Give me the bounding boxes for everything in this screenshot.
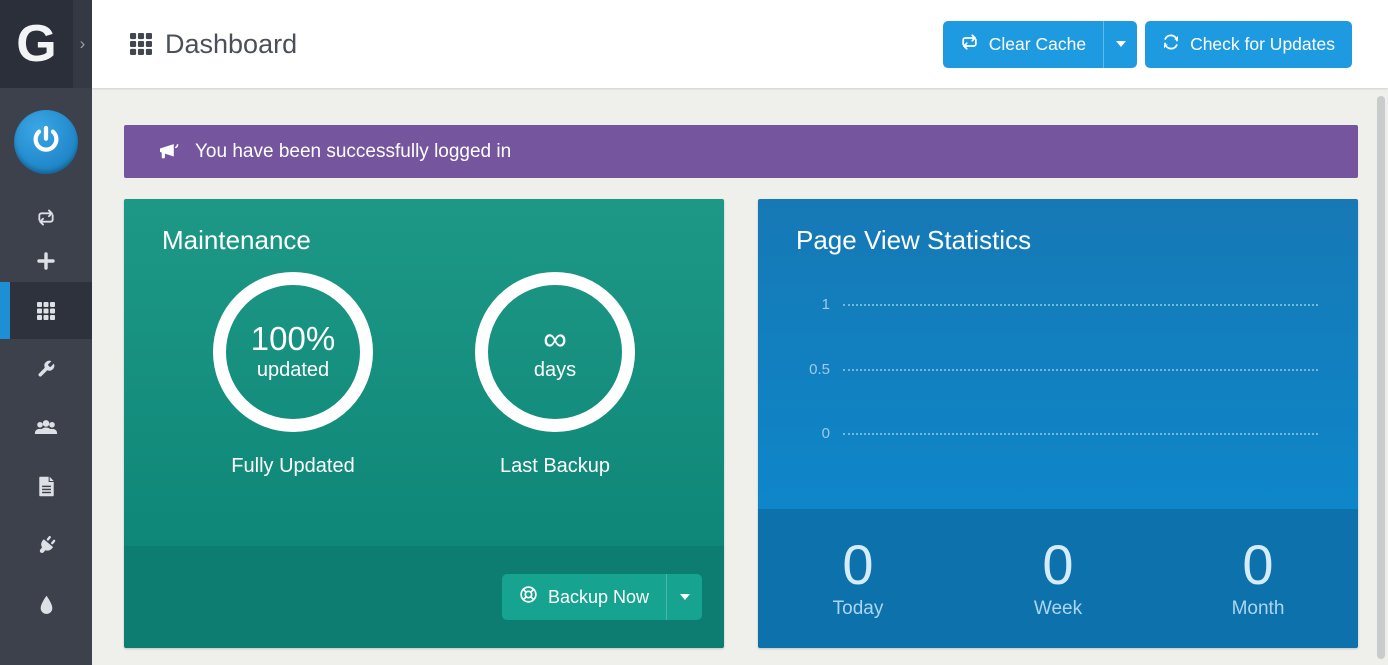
update-caption: Fully Updated <box>231 455 354 478</box>
gridline-0: 0 <box>796 425 1318 442</box>
bullhorn-icon <box>158 142 181 161</box>
maintenance-footer: Backup Now <box>124 546 724 648</box>
power-icon <box>29 123 63 162</box>
clear-cache-label: Clear Cache <box>989 34 1086 55</box>
check-updates-label: Check for Updates <box>1190 34 1335 55</box>
month-label: Month <box>1232 598 1285 620</box>
stat-today: 0 Today <box>758 537 958 620</box>
success-alert: You have been successfully logged in <box>124 125 1358 178</box>
update-status-block: 100% updated Fully Updated <box>162 272 424 478</box>
maintenance-circles: 100% updated Fully Updated ∞ days Last B… <box>162 272 686 478</box>
y-tick-05: 0.5 <box>796 361 830 378</box>
update-status-ring: 100% updated <box>213 272 373 432</box>
week-label: Week <box>1034 598 1082 620</box>
stat-week: 0 Week <box>958 537 1158 620</box>
sidebar-item-users[interactable] <box>0 398 92 457</box>
backup-status-ring: ∞ days <box>475 272 635 432</box>
vertical-scrollbar[interactable] <box>1377 96 1385 659</box>
clear-cache-split-button: Clear Cache <box>943 21 1137 68</box>
check-updates-button[interactable]: Check for Updates <box>1145 21 1352 68</box>
statistics-footer: 0 Today 0 Week 0 Month <box>758 509 1358 648</box>
chevron-right-icon: › <box>80 34 86 54</box>
page-title-text: Dashboard <box>165 29 297 60</box>
backup-days-value: ∞ <box>543 322 567 357</box>
page-title: Dashboard <box>130 29 297 60</box>
wrench-icon <box>36 359 56 379</box>
retweet-icon <box>960 34 979 55</box>
sidebar-item-plugins[interactable] <box>0 516 92 575</box>
week-count: 0 <box>1042 537 1073 593</box>
update-percent: 100% <box>251 322 335 357</box>
update-unit: updated <box>257 359 329 382</box>
statistics-title: Page View Statistics <box>796 225 1320 256</box>
power-logo-button[interactable] <box>14 110 78 174</box>
caret-down-icon <box>1116 41 1126 47</box>
sidebar-item-refresh[interactable] <box>0 196 92 239</box>
gridline-05: 0.5 <box>796 361 1318 378</box>
grid-icon <box>37 302 55 320</box>
backup-split-button: Backup Now <box>502 574 702 620</box>
droplet-icon <box>39 595 54 615</box>
dashboard-grid-icon <box>130 33 152 55</box>
backup-unit: days <box>534 359 576 382</box>
refresh-icon <box>36 209 56 226</box>
y-tick-1: 1 <box>796 296 830 313</box>
sidebar-item-add[interactable] <box>0 239 92 282</box>
stat-month: 0 Month <box>1158 537 1358 620</box>
backup-status-block: ∞ days Last Backup <box>424 272 686 478</box>
clear-cache-dropdown-toggle[interactable] <box>1103 21 1137 68</box>
backup-dropdown-toggle[interactable] <box>666 574 702 620</box>
sidebar-expand-toggle[interactable]: › <box>73 0 92 88</box>
sidebar-item-theme[interactable] <box>0 575 92 634</box>
caret-down-icon <box>680 594 690 600</box>
dotted-gridline <box>843 433 1318 435</box>
page-view-statistics-card: Page View Statistics 1 0.5 0 0 Today <box>758 199 1358 648</box>
gridline-1: 1 <box>796 296 1318 313</box>
backup-now-button[interactable]: Backup Now <box>502 574 666 620</box>
main-content: You have been successfully logged in Mai… <box>92 88 1388 665</box>
dotted-gridline <box>843 304 1318 306</box>
y-tick-0: 0 <box>796 425 830 442</box>
file-icon <box>38 476 55 497</box>
logout-area <box>0 88 92 196</box>
dashboard-cards: Maintenance 100% updated Fully Updated ∞… <box>124 199 1358 648</box>
users-icon <box>34 418 58 437</box>
plug-icon <box>36 535 57 556</box>
statistics-chart-area: Page View Statistics 1 0.5 0 <box>758 199 1358 509</box>
today-count: 0 <box>842 537 873 593</box>
life-ring-icon <box>519 585 538 609</box>
backup-now-label: Backup Now <box>548 587 649 608</box>
maintenance-card: Maintenance 100% updated Fully Updated ∞… <box>124 199 724 648</box>
brand-logo[interactable]: G <box>0 0 73 88</box>
sidebar: G › <box>0 0 92 665</box>
sidebar-item-settings[interactable] <box>0 339 92 398</box>
clear-cache-button[interactable]: Clear Cache <box>943 21 1103 68</box>
refresh-icon <box>1162 33 1180 56</box>
plus-icon <box>37 252 55 270</box>
alert-message: You have been successfully logged in <box>195 141 511 163</box>
today-label: Today <box>833 598 884 620</box>
header-actions: Clear Cache Check for Updates <box>943 21 1352 68</box>
top-header: Dashboard Clear Cache <box>92 0 1388 88</box>
sidebar-item-dashboard[interactable] <box>0 282 92 339</box>
sidebar-item-pages[interactable] <box>0 457 92 516</box>
month-count: 0 <box>1242 537 1273 593</box>
maintenance-title: Maintenance <box>162 225 686 256</box>
brand-logo-box: G › <box>0 0 92 88</box>
dotted-gridline <box>843 369 1318 371</box>
maintenance-body: Maintenance 100% updated Fully Updated ∞… <box>124 199 724 546</box>
backup-caption: Last Backup <box>500 455 610 478</box>
